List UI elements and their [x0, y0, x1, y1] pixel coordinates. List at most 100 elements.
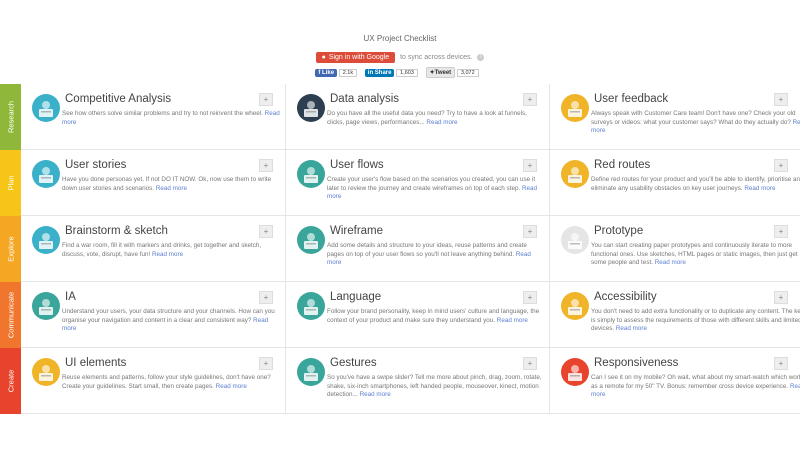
checklist-card: User feedback Always speak with Customer … — [549, 84, 800, 150]
checklist-card: IA Understand your users, your data struc… — [21, 282, 285, 348]
card-title: UI elements — [65, 357, 127, 369]
check-button[interactable]: + — [774, 357, 788, 370]
user-feedback-icon — [561, 94, 589, 122]
card-title: User flows — [330, 159, 384, 171]
tweet-button[interactable]: ✦Tweet — [425, 67, 456, 78]
card-title: Red routes — [594, 159, 651, 171]
read-more-link[interactable]: Read more — [216, 383, 247, 390]
card-description: Have you done personas yet. If not DO IT… — [62, 176, 280, 193]
data-analysis-icon — [297, 94, 325, 122]
phase-label: Research — [6, 100, 15, 134]
card-description: Can I see it on my mobile? Oh wait, what… — [591, 374, 800, 400]
card-description-text: Always speak with Customer Care team! Do… — [591, 110, 796, 126]
check-button[interactable]: + — [523, 291, 537, 304]
card-description: Always speak with Customer Care team! Do… — [591, 110, 800, 136]
checklist-card: Gestures So you've have a swipe slider? T… — [285, 348, 549, 414]
card-title: Brainstorm & sketch — [65, 225, 168, 237]
user-flows-icon — [297, 160, 325, 188]
card-title: Accessibility — [594, 291, 657, 303]
card-title: User stories — [65, 159, 127, 171]
check-button[interactable]: + — [259, 93, 273, 106]
check-button[interactable]: + — [523, 225, 537, 238]
card-title: Data analysis — [330, 93, 400, 105]
card-title: Prototype — [594, 225, 644, 237]
facebook-like-button[interactable]: f Like — [315, 68, 338, 77]
check-button[interactable]: + — [774, 225, 788, 238]
checklist-card: Wireframe Add some details and structure … — [285, 216, 549, 282]
google-icon: ● — [321, 54, 326, 61]
read-more-link[interactable]: Read more — [616, 325, 647, 332]
gestures-icon — [297, 358, 325, 386]
linkedin-share-button[interactable]: in Share — [364, 68, 395, 77]
card-description: So you've have a swipe slider? Tell me m… — [327, 374, 545, 400]
responsiveness-icon — [561, 358, 589, 386]
check-button[interactable]: + — [774, 159, 788, 172]
check-button[interactable]: + — [259, 357, 273, 370]
read-more-link[interactable]: Read more — [360, 391, 391, 398]
card-description: You don't need to add extra functionalit… — [591, 308, 800, 334]
card-description-text: Can I see it on my mobile? Oh wait, what… — [591, 374, 800, 390]
card-description: Follow your brand personality, keep in m… — [327, 308, 545, 325]
card-description: Find a war room, fill it with markers an… — [62, 242, 280, 259]
check-button[interactable]: + — [259, 159, 273, 172]
check-button[interactable]: + — [259, 225, 273, 238]
tweet-count: 3,072 — [456, 68, 479, 77]
read-more-link[interactable]: Read more — [156, 185, 187, 192]
card-title: Responsiveness — [594, 357, 679, 369]
user-stories-icon — [32, 160, 60, 188]
checklist-card: Brainstorm & sketch Find a war room, fill… — [21, 216, 285, 282]
card-title: Language — [330, 291, 382, 303]
checklist-card: Competitive Analysis See how others solve… — [21, 84, 285, 150]
card-description: You can start creating paper prototypes … — [591, 242, 800, 268]
check-button[interactable]: + — [259, 291, 273, 304]
linkedin-share-count: 1,603 — [396, 68, 418, 77]
read-more-link[interactable]: Read more — [152, 251, 183, 258]
card-description: Define red routes for your product and y… — [591, 176, 800, 193]
check-button[interactable]: + — [523, 93, 537, 106]
phase-communicate: Communicate — [0, 282, 21, 348]
check-button[interactable]: + — [523, 357, 537, 370]
accessibility-icon — [561, 292, 589, 320]
signin-row: ● Sign in with Google to sync across devi… — [0, 52, 800, 63]
info-icon[interactable]: i — [477, 54, 485, 61]
phase-label: Create — [6, 369, 15, 393]
read-more-link[interactable]: Read more — [655, 259, 686, 266]
card-title: User feedback — [594, 93, 669, 105]
header: UX Project Checklist ● Sign in with Googl… — [0, 0, 800, 84]
check-button[interactable]: + — [774, 93, 788, 106]
card-description-text: See how others solve similar problems an… — [62, 110, 263, 117]
read-more-link[interactable]: Read more — [497, 317, 528, 324]
facebook-like-count: 2.1k — [338, 68, 358, 77]
check-button[interactable]: + — [523, 159, 537, 172]
card-title: IA — [65, 291, 76, 303]
read-more-link[interactable]: Read more — [426, 119, 457, 126]
checklist-card: User stories Have you done personas yet. … — [21, 150, 285, 216]
checklist-grid: Research Plan Explore Communicate Create Comp… — [0, 84, 800, 414]
card-description: See how others solve similar problems an… — [62, 110, 280, 127]
card-description: Understand your users, your data structu… — [62, 308, 280, 334]
read-more-link[interactable]: Read more — [744, 185, 775, 192]
card-description: Add some details and structure to your i… — [327, 242, 545, 268]
card-description-text: Understand your users, your data structu… — [62, 308, 275, 324]
red-routes-icon — [561, 160, 589, 188]
phase-explore: Explore — [0, 216, 21, 282]
phase-create: Create — [0, 348, 21, 414]
card-description-text: Add some details and structure to your i… — [327, 242, 527, 258]
page-title: UX Project Checklist — [363, 34, 437, 43]
phase-research: Research — [0, 84, 21, 150]
checklist-card: Accessibility You don't need to add extra… — [549, 282, 800, 348]
card-title: Wireframe — [330, 225, 384, 237]
linkedin-icon: in — [367, 69, 375, 76]
sync-text: to sync across devices. — [400, 54, 473, 61]
ia-icon — [32, 292, 60, 320]
brainstorm-icon — [32, 226, 60, 254]
phase-label: Explore — [6, 236, 15, 262]
social-row: f Like 2.1k in Share 1,603 ✦Tweet 3,072 — [0, 67, 800, 78]
google-signin-button[interactable]: ● Sign in with Google — [315, 52, 396, 63]
facebook-like-label: Like — [322, 69, 335, 76]
phase-label: Communicate — [6, 291, 15, 339]
prototype-icon — [561, 226, 589, 254]
card-description-text: You can start creating paper prototypes … — [591, 242, 798, 267]
wireframe-icon — [297, 226, 325, 254]
check-button[interactable]: + — [774, 291, 788, 304]
